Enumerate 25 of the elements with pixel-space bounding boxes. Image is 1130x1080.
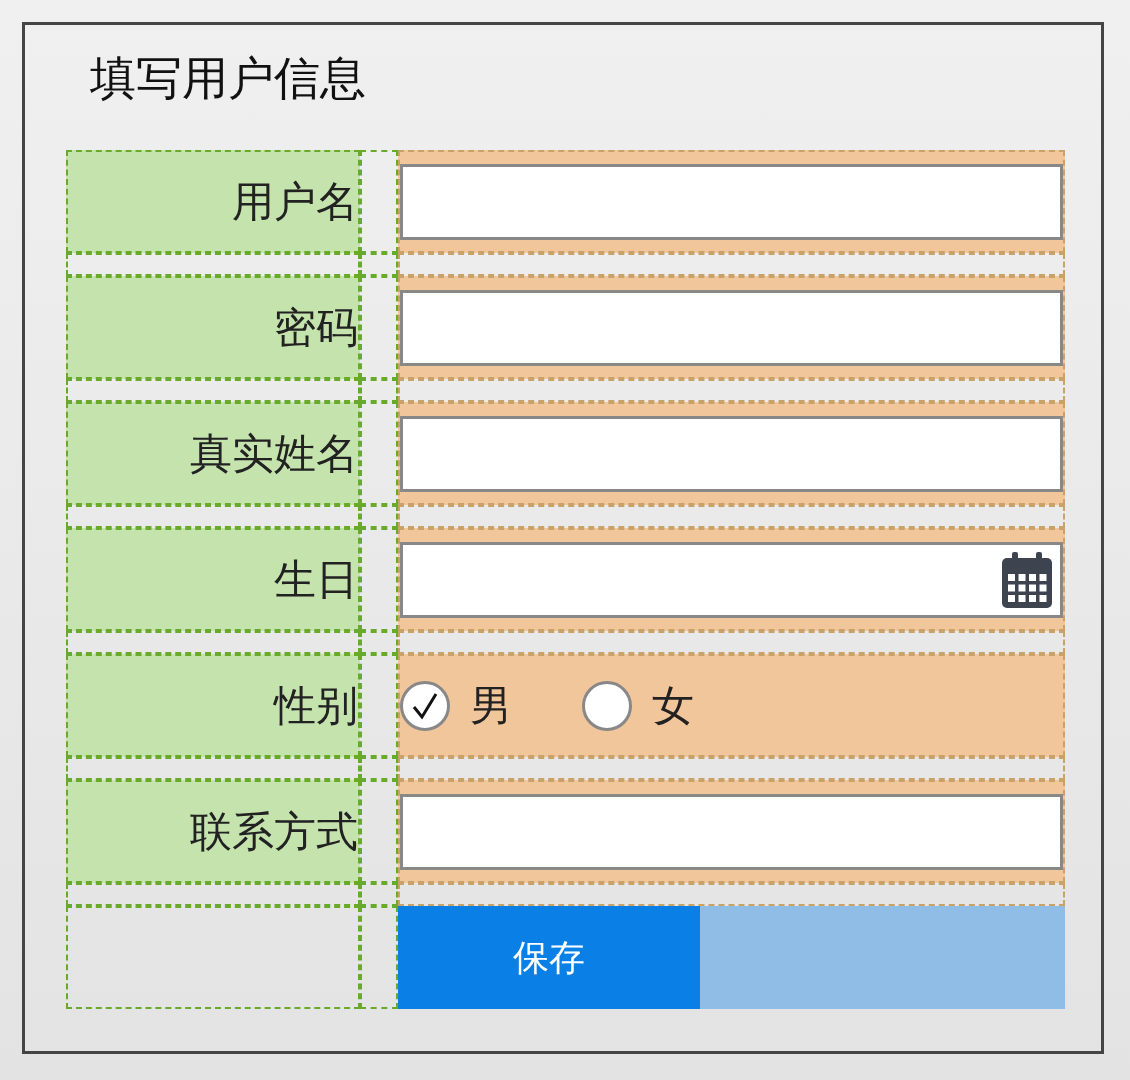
text-field[interactable] bbox=[400, 289, 1063, 366]
text-field[interactable] bbox=[400, 793, 1063, 870]
field-label: 密码 bbox=[66, 276, 360, 379]
radio-button[interactable] bbox=[400, 680, 450, 731]
field-label: 用户名 bbox=[66, 150, 360, 253]
grid-cell bbox=[360, 505, 398, 528]
field-label: 真实姓名 bbox=[66, 402, 360, 505]
field-label: 性别 bbox=[66, 654, 360, 757]
grid-cell bbox=[360, 253, 398, 276]
text-field[interactable] bbox=[400, 415, 1063, 492]
field-label: 联系方式 bbox=[66, 780, 360, 883]
grid-cell bbox=[360, 883, 398, 906]
radio-label: 女 bbox=[652, 684, 694, 727]
calendar-icon bbox=[1002, 551, 1052, 608]
radio-button[interactable] bbox=[582, 680, 632, 731]
date-field[interactable] bbox=[400, 541, 1063, 618]
grid-cell bbox=[360, 631, 398, 654]
check-icon bbox=[412, 691, 438, 720]
form-title: 填写用户信息 bbox=[90, 55, 367, 107]
field-label: 生日 bbox=[66, 528, 360, 631]
grid-cell bbox=[360, 757, 398, 780]
save-button[interactable]: 保存 bbox=[398, 906, 700, 1009]
radio-label: 男 bbox=[470, 684, 512, 727]
text-field[interactable] bbox=[400, 163, 1063, 240]
grid-cell bbox=[360, 379, 398, 402]
